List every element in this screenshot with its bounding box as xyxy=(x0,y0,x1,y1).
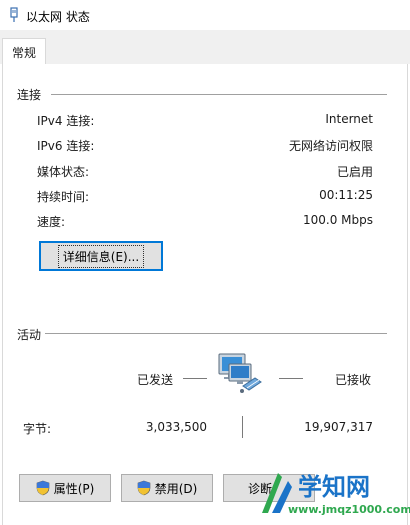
connection-divider xyxy=(51,94,387,95)
uac-shield-icon xyxy=(137,480,150,496)
speed-value: 100.0 Mbps xyxy=(302,213,373,227)
bytes-label: 字节: xyxy=(23,422,52,436)
properties-button[interactable]: 属性(P) xyxy=(19,474,111,502)
details-button[interactable]: 详细信息(E)... xyxy=(39,241,163,271)
ipv4-value: Internet xyxy=(325,112,373,126)
disable-button[interactable]: 禁用(D) xyxy=(121,474,213,502)
activity-divider xyxy=(45,333,387,334)
duration-value: 00:11:25 xyxy=(319,188,373,202)
network-computers-icon xyxy=(218,353,262,393)
connection-section-title: 连接 xyxy=(17,88,42,102)
ipv6-label: IPv6 连接: xyxy=(37,139,95,153)
details-button-label: 详细信息(E)... xyxy=(57,244,145,268)
media-state-label: 媒体状态: xyxy=(37,165,90,179)
bytes-divider xyxy=(242,416,243,438)
tab-general[interactable]: 常规 xyxy=(2,38,46,65)
received-dash xyxy=(279,378,303,379)
bytes-sent-value: 3,033,500 xyxy=(145,420,207,434)
ipv6-value: 无网络访问权限 xyxy=(288,139,373,153)
received-label: 已接收 xyxy=(335,373,372,387)
watermark-url: www.jmqz1000.com xyxy=(288,503,410,516)
sent-dash xyxy=(183,378,207,379)
speed-label: 速度: xyxy=(37,215,66,229)
disable-button-label: 禁用(D) xyxy=(154,481,198,496)
bytes-received-value: 19,907,317 xyxy=(304,420,373,434)
network-adapter-icon xyxy=(10,7,18,22)
site-watermark: 学知网 www.jmqz1000.com xyxy=(258,465,410,523)
title-bar: 以太网 状态 xyxy=(0,0,410,30)
ipv4-label: IPv4 连接: xyxy=(37,114,95,128)
watermark-main-text: 学知网 xyxy=(298,473,370,501)
duration-label: 持续时间: xyxy=(37,190,90,204)
uac-shield-icon xyxy=(36,480,49,496)
properties-button-label: 属性(P) xyxy=(53,481,95,496)
tab-strip: 常规 xyxy=(0,30,410,65)
sent-label: 已发送 xyxy=(137,373,174,387)
window-title: 以太网 状态 xyxy=(26,10,90,24)
media-state-value: 已启用 xyxy=(336,165,373,179)
tab-content-general: 连接 IPv4 连接: Internet IPv6 连接: 无网络访问权限 媒体… xyxy=(2,64,408,525)
activity-section-title: 活动 xyxy=(17,328,42,342)
